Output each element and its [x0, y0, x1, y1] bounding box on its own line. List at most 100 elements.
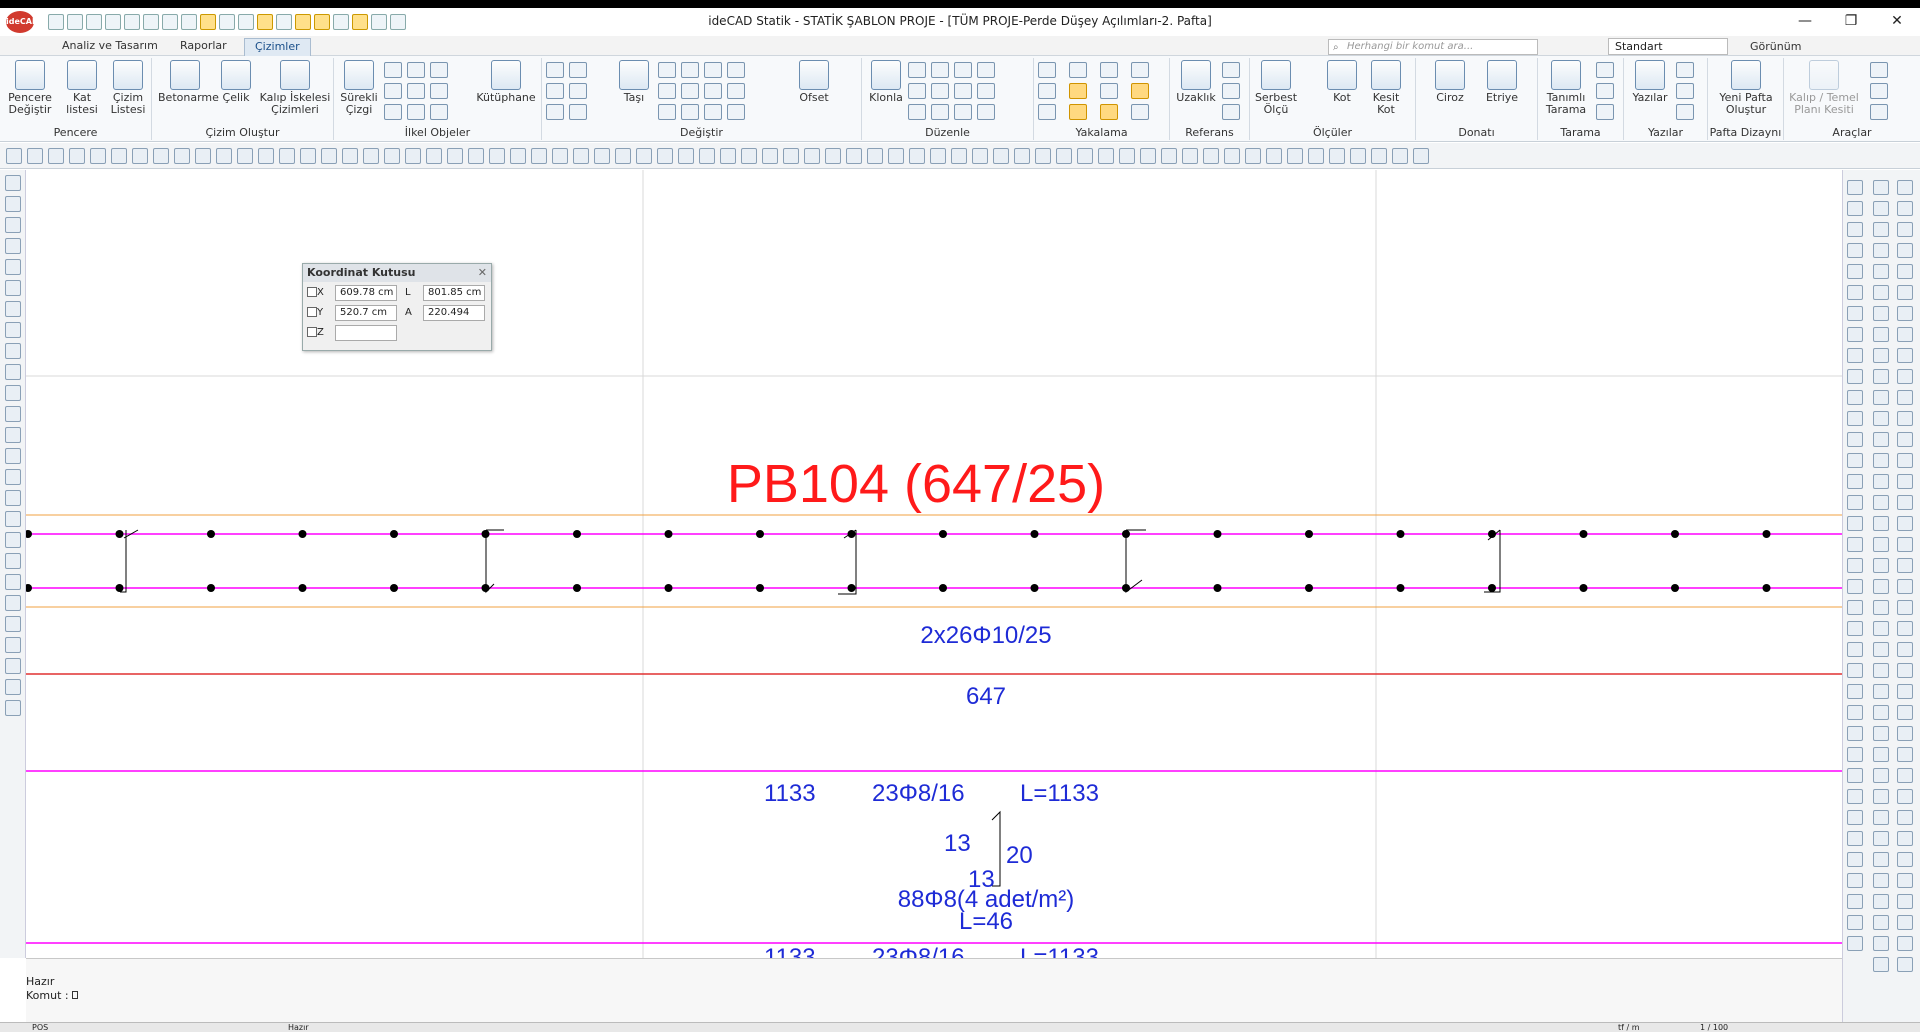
object-tool-icon[interactable]	[1873, 264, 1889, 279]
stack-icon[interactable]	[977, 62, 995, 78]
view-tool-icon[interactable]	[1847, 684, 1863, 699]
coordinate-box[interactable]: Koordinat Kutusu ✕ X 609.78 cm L 801.85 c…	[302, 263, 492, 351]
draw-tool-icon[interactable]	[804, 148, 820, 164]
object-tool-icon[interactable]	[1873, 474, 1889, 489]
view-tool-icon[interactable]	[1847, 705, 1863, 720]
view-tool-icon[interactable]	[1847, 474, 1863, 489]
object-tool-icon[interactable]	[1873, 873, 1889, 888]
edit-tool-icon[interactable]	[1897, 747, 1913, 762]
snap-ext-icon[interactable]	[1131, 83, 1149, 99]
grid-hatch-icon[interactable]	[1596, 62, 1614, 78]
tool-c-icon[interactable]	[1870, 104, 1888, 120]
draw-tool-icon[interactable]	[825, 148, 841, 164]
object-tool-icon[interactable]	[1873, 705, 1889, 720]
paint-icon[interactable]	[569, 104, 587, 120]
object-tool-icon[interactable]	[1873, 285, 1889, 300]
draw-tool-icon[interactable]	[930, 148, 946, 164]
edit-tool-icon[interactable]	[1897, 390, 1913, 405]
draw-tool-icon[interactable]	[237, 148, 253, 164]
draw-tool-icon[interactable]	[636, 148, 652, 164]
style-select[interactable]: Standart	[1608, 38, 1728, 55]
draw-tool-icon[interactable]	[594, 148, 610, 164]
kat-listesi-button[interactable]: Kat listesi	[60, 60, 104, 116]
draw-tool-icon[interactable]	[699, 148, 715, 164]
object-tool-icon[interactable]	[1873, 306, 1889, 321]
view-tool-icon[interactable]	[1847, 369, 1863, 384]
layer-copy-icon[interactable]	[931, 62, 949, 78]
fillet-icon[interactable]	[704, 83, 722, 99]
draw-tool-icon[interactable]	[48, 148, 64, 164]
edit-tool-icon[interactable]	[1897, 453, 1913, 468]
draw-tool-icon[interactable]	[6, 148, 22, 164]
angle-icon[interactable]	[1222, 83, 1240, 99]
kalip-iskelesi-button[interactable]: Kalıp İskelesi Çizimleri	[258, 60, 332, 116]
view-tool-icon[interactable]	[1847, 306, 1863, 321]
edit-tool-icon[interactable]	[1897, 537, 1913, 552]
view-tool-icon[interactable]	[1847, 621, 1863, 636]
draw-tool-icon[interactable]	[531, 148, 547, 164]
kesit-kot-button[interactable]: Kesit Kot	[1364, 60, 1408, 116]
view-tool-icon[interactable]	[1847, 264, 1863, 279]
pencere-degistir-button[interactable]: Pencere Değiştir	[6, 60, 54, 116]
draw-tool-icon[interactable]	[300, 148, 316, 164]
object-tool-icon[interactable]	[1873, 663, 1889, 678]
draw-tool-icon[interactable]	[1245, 148, 1261, 164]
draw-tool-icon[interactable]	[1266, 148, 1282, 164]
ellipse-icon[interactable]	[407, 104, 425, 120]
snap-endpoint-icon[interactable]	[1038, 62, 1056, 78]
scale-icon[interactable]	[681, 104, 699, 120]
zigzag-icon[interactable]	[430, 83, 448, 99]
draw-tool-icon[interactable]	[993, 148, 1009, 164]
celik-button[interactable]: Çelik	[216, 60, 256, 104]
draw-tool-icon[interactable]	[1413, 148, 1429, 164]
view-tool-icon[interactable]	[1847, 516, 1863, 531]
edit-tool-icon[interactable]	[1897, 243, 1913, 258]
object-tool-icon[interactable]	[1873, 915, 1889, 930]
view-tool-icon[interactable]	[1847, 537, 1863, 552]
yeni-pafta-button[interactable]: Yeni Pafta Oluştur	[1714, 60, 1778, 116]
object-tool-icon[interactable]	[1873, 579, 1889, 594]
view-tool-icon[interactable]	[1847, 852, 1863, 867]
draw-tool-icon[interactable]	[762, 148, 778, 164]
kalip-temel-kesiti-button[interactable]: Kalıp / Temel Planı Kesiti	[1784, 60, 1864, 116]
tool-a-icon[interactable]	[1870, 62, 1888, 78]
snap-ins-icon[interactable]	[1131, 104, 1149, 120]
view-tool-icon[interactable]	[1847, 579, 1863, 594]
draw-tool-icon[interactable]	[132, 148, 148, 164]
edit-tool-icon[interactable]	[1897, 432, 1913, 447]
snap-grid-icon[interactable]	[1069, 62, 1087, 78]
draw-tool-icon[interactable]	[1350, 148, 1366, 164]
draw-tool-icon[interactable]	[1308, 148, 1324, 164]
view-tool-icon[interactable]	[1847, 285, 1863, 300]
mirror-icon[interactable]	[658, 83, 676, 99]
draw-tool-icon[interactable]	[174, 148, 190, 164]
draw-tool-icon[interactable]	[153, 148, 169, 164]
edit-tool-icon[interactable]	[1897, 642, 1913, 657]
snap-perp-icon[interactable]	[1100, 62, 1118, 78]
curve-icon[interactable]	[384, 104, 402, 120]
side-tool-icon[interactable]	[4, 301, 21, 317]
draw-tool-icon[interactable]	[888, 148, 904, 164]
serbest-olcu-button[interactable]: Serbest Ölçü	[1254, 60, 1298, 116]
array-icon[interactable]	[908, 83, 926, 99]
object-tool-icon[interactable]	[1873, 684, 1889, 699]
edit-tool-icon[interactable]	[1897, 306, 1913, 321]
object-tool-icon[interactable]	[1873, 789, 1889, 804]
snap-near-icon[interactable]	[1038, 83, 1056, 99]
draw-tool-icon[interactable]	[384, 148, 400, 164]
view-tool-icon[interactable]	[1847, 222, 1863, 237]
extend-icon[interactable]	[704, 62, 722, 78]
maximize-button[interactable]: ❐	[1828, 8, 1874, 36]
object-tool-icon[interactable]	[1873, 327, 1889, 342]
side-tool-icon[interactable]	[4, 679, 21, 695]
hatch-icon[interactable]	[407, 83, 425, 99]
draw-tool-icon[interactable]	[405, 148, 421, 164]
side-tool-icon[interactable]	[4, 700, 21, 716]
object-tool-icon[interactable]	[1873, 537, 1889, 552]
object-tool-icon[interactable]	[1873, 852, 1889, 867]
draw-tool-icon[interactable]	[867, 148, 883, 164]
snap-mid-icon[interactable]	[1069, 83, 1087, 99]
view-tool-icon[interactable]	[1847, 810, 1863, 825]
rotate-icon[interactable]	[658, 62, 676, 78]
side-tool-icon[interactable]	[4, 595, 21, 611]
